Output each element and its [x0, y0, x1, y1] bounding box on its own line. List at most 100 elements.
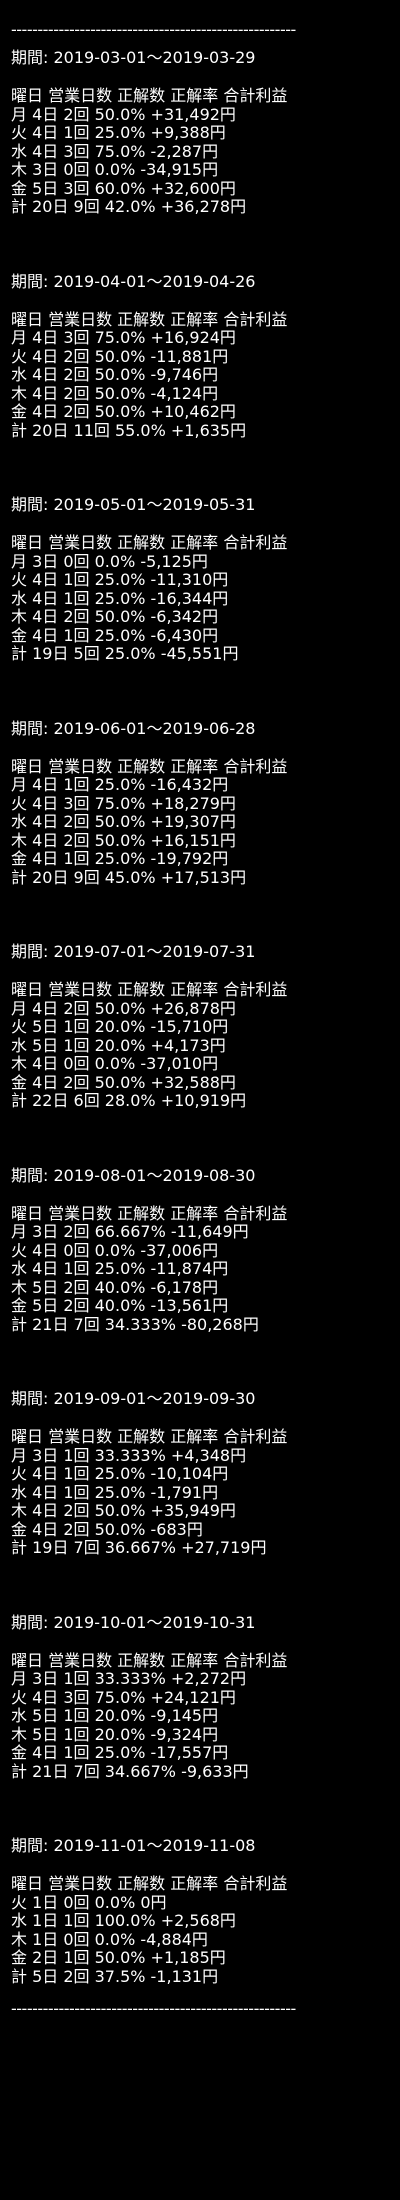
period-label: 期間:	[11, 942, 54, 961]
top-divider: ----------------------------------------…	[11, 21, 296, 39]
period-range: 2019-03-01～2019-03-29	[53, 48, 256, 67]
total-row: 計 21日 7回 34.333% -80,268円	[11, 1314, 259, 1334]
period-title: 期間: 2019-09-01～2019-09-30	[11, 1389, 400, 1409]
weekday-row: 月 3日 2回 66.667% -11,649円	[11, 1222, 249, 1241]
period-block: 期間: 2019-09-01～2019-09-30 曜日 営業日数 正解数 正解率…	[11, 1389, 400, 1558]
weekday-row: 水 4日 2回 50.0% -9,746円	[11, 365, 219, 384]
weekday-row: 金 4日 1回 25.0% -6,430円	[11, 625, 219, 645]
total-row: 計 19日 5回 25.0% -45,551円	[11, 644, 239, 663]
weekday-row: 木 3日 0回 0.0% -34,915円	[11, 160, 219, 179]
period-title: 期間: 2019-06-01～2019-06-28	[11, 718, 400, 739]
weekday-row: 火 4日 1回 25.0% +9,388円	[11, 123, 226, 142]
period-title: 期間: 2019-05-01～2019-05-31	[11, 495, 400, 515]
weekday-row: 月 4日 2回 50.0% +31,492円	[11, 104, 236, 124]
table-header: 曜日 営業日数 正解数 正解率 合計利益	[11, 1203, 288, 1223]
weekday-row: 月 3日 1回 33.333% +4,348円	[11, 1445, 247, 1465]
table-header: 曜日 営業日数 正解数 正解率 合計利益	[11, 1874, 288, 1893]
weekday-row: 金 4日 1回 25.0% -17,557円	[11, 1743, 229, 1762]
period-label: 期間:	[11, 718, 54, 738]
period-gap	[11, 1334, 400, 1390]
weekday-row: 木 4日 2回 50.0% +35,949円	[11, 1501, 236, 1520]
period-label: 期間:	[11, 1165, 54, 1185]
period-block: 期間: 2019-07-01～2019-07-31 曜日 営業日数 正解数 正解率…	[11, 942, 400, 1111]
weekday-row: 金 4日 2回 50.0% +32,588円	[11, 1072, 236, 1092]
period-block: 期間: 2019-03-01～2019-03-29 曜日 営業日数 正解数 正解率…	[11, 48, 400, 217]
weekday-row: 火 4日 3回 75.0% +24,121円	[11, 1687, 236, 1707]
period-gap	[11, 887, 400, 943]
table-header: 曜日 営業日数 正解数 正解率 合計利益	[11, 533, 288, 552]
weekday-row: 火 4日 1回 25.0% -11,310円	[11, 570, 229, 589]
period-gap	[11, 217, 400, 273]
total-row: 計 22日 6回 28.0% +10,919円	[11, 1091, 247, 1110]
weekday-row: 金 4日 2回 50.0% +10,462円	[11, 402, 236, 421]
total-row: 計 5日 2回 37.5% -1,131円	[11, 1966, 219, 1986]
weekday-row: 水 5日 1回 20.0% -9,145円	[11, 1706, 219, 1725]
total-row: 計 20日 9回 45.0% +17,513円	[11, 867, 247, 887]
period-range: 2019-11-01～2019-11-08	[53, 1836, 256, 1855]
period-range: 2019-09-01～2019-09-30	[53, 1389, 256, 1408]
period-label: 期間:	[11, 1612, 54, 1632]
period-range: 2019-06-01～2019-06-28	[53, 718, 256, 738]
weekday-row: 火 4日 3回 75.0% +18,279円	[11, 793, 236, 813]
weekday-row: 月 4日 2回 50.0% +26,878円	[11, 998, 236, 1018]
table-header: 曜日 営業日数 正解数 正解率 合計利益	[11, 1427, 288, 1446]
weekday-row: 水 4日 1回 25.0% -16,344円	[11, 588, 229, 608]
period-block: 期間: 2019-08-01～2019-08-30 曜日 営業日数 正解数 正解率…	[11, 1165, 400, 1335]
weekday-row: 木 1日 0回 0.0% -4,884円	[11, 1929, 208, 1949]
period-range: 2019-10-01～2019-10-31	[53, 1612, 256, 1632]
period-title: 期間: 2019-04-01～2019-04-26	[11, 271, 400, 292]
period-title: 期間: 2019-10-01～2019-10-31	[11, 1612, 400, 1633]
report-root: ----------------------------------------…	[0, 0, 400, 2018]
weekday-row: 金 4日 2回 50.0% -683円	[11, 1519, 203, 1539]
period-title: 期間: 2019-07-01～2019-07-31	[11, 942, 400, 962]
table-header: 曜日 営業日数 正解数 正解率 合計利益	[11, 980, 288, 999]
period-block: 期間: 2019-04-01～2019-04-26 曜日 営業日数 正解数 正解率…	[11, 271, 400, 441]
weekday-row: 金 5日 2回 40.0% -13,561円	[11, 1296, 229, 1315]
weekday-row: 水 4日 2回 50.0% +19,307円	[11, 812, 236, 831]
total-row: 計 19日 7回 36.667% +27,719円	[11, 1538, 267, 1557]
period-gap	[11, 1111, 400, 1167]
period-gap	[11, 1558, 400, 1614]
period-label: 期間:	[11, 1836, 54, 1855]
period-gap	[11, 664, 400, 720]
period-range: 2019-08-01～2019-08-30	[53, 1165, 256, 1185]
weekday-row: 月 4日 1回 25.0% -16,432円	[11, 775, 229, 794]
weekday-row: 木 5日 1回 20.0% -9,324円	[11, 1724, 219, 1744]
total-row: 計 20日 9回 42.0% +36,278円	[11, 197, 247, 216]
weekday-row: 金 5日 3回 60.0% +32,600円	[11, 178, 236, 198]
weekday-row: 水 4日 1回 25.0% -1,791円	[11, 1482, 219, 1502]
period-range: 2019-05-01～2019-05-31	[53, 495, 256, 514]
period-label: 期間:	[11, 271, 54, 291]
table-header: 曜日 営業日数 正解数 正解率 合計利益	[11, 1650, 288, 1670]
period-label: 期間:	[11, 495, 54, 514]
period-block: 期間: 2019-10-01～2019-10-31 曜日 営業日数 正解数 正解率…	[11, 1612, 400, 1782]
weekday-row: 木 4日 2回 50.0% +16,151円	[11, 830, 236, 850]
weekday-row: 月 3日 1回 33.333% +2,272円	[11, 1669, 247, 1688]
period-block: 期間: 2019-11-01～2019-11-08 曜日 営業日数 正解数 正解率…	[11, 1836, 400, 1986]
period-title: 期間: 2019-03-01～2019-03-29	[11, 48, 400, 68]
weekday-row: 金 2日 1回 50.0% +1,185円	[11, 1948, 226, 1967]
weekday-row: 木 4日 2回 50.0% -6,342円	[11, 607, 219, 626]
total-row: 計 20日 11回 55.0% +1,635円	[11, 420, 247, 440]
weekday-row: 木 4日 0回 0.0% -37,010円	[11, 1054, 219, 1073]
bottom-divider: ----------------------------------------…	[11, 2000, 296, 2018]
period-gap	[11, 440, 400, 496]
weekday-row: 火 4日 1回 25.0% -10,104円	[11, 1464, 229, 1483]
weekday-row: 水 5日 1回 20.0% +4,173円	[11, 1035, 226, 1055]
period-range: 2019-04-01～2019-04-26	[53, 271, 256, 291]
table-header: 曜日 営業日数 正解数 正解率 合計利益	[11, 309, 288, 329]
weekday-row: 金 4日 1回 25.0% -19,792円	[11, 849, 229, 868]
weekday-row: 月 4日 3回 75.0% +16,924円	[11, 328, 236, 347]
weekday-row: 水 4日 1回 25.0% -11,874円	[11, 1259, 229, 1278]
weekday-row: 水 4日 3回 75.0% -2,287円	[11, 141, 219, 161]
weekday-row: 月 3日 0回 0.0% -5,125円	[11, 551, 208, 571]
weekday-row: 火 1日 0回 0.0% 0円	[11, 1892, 167, 1912]
